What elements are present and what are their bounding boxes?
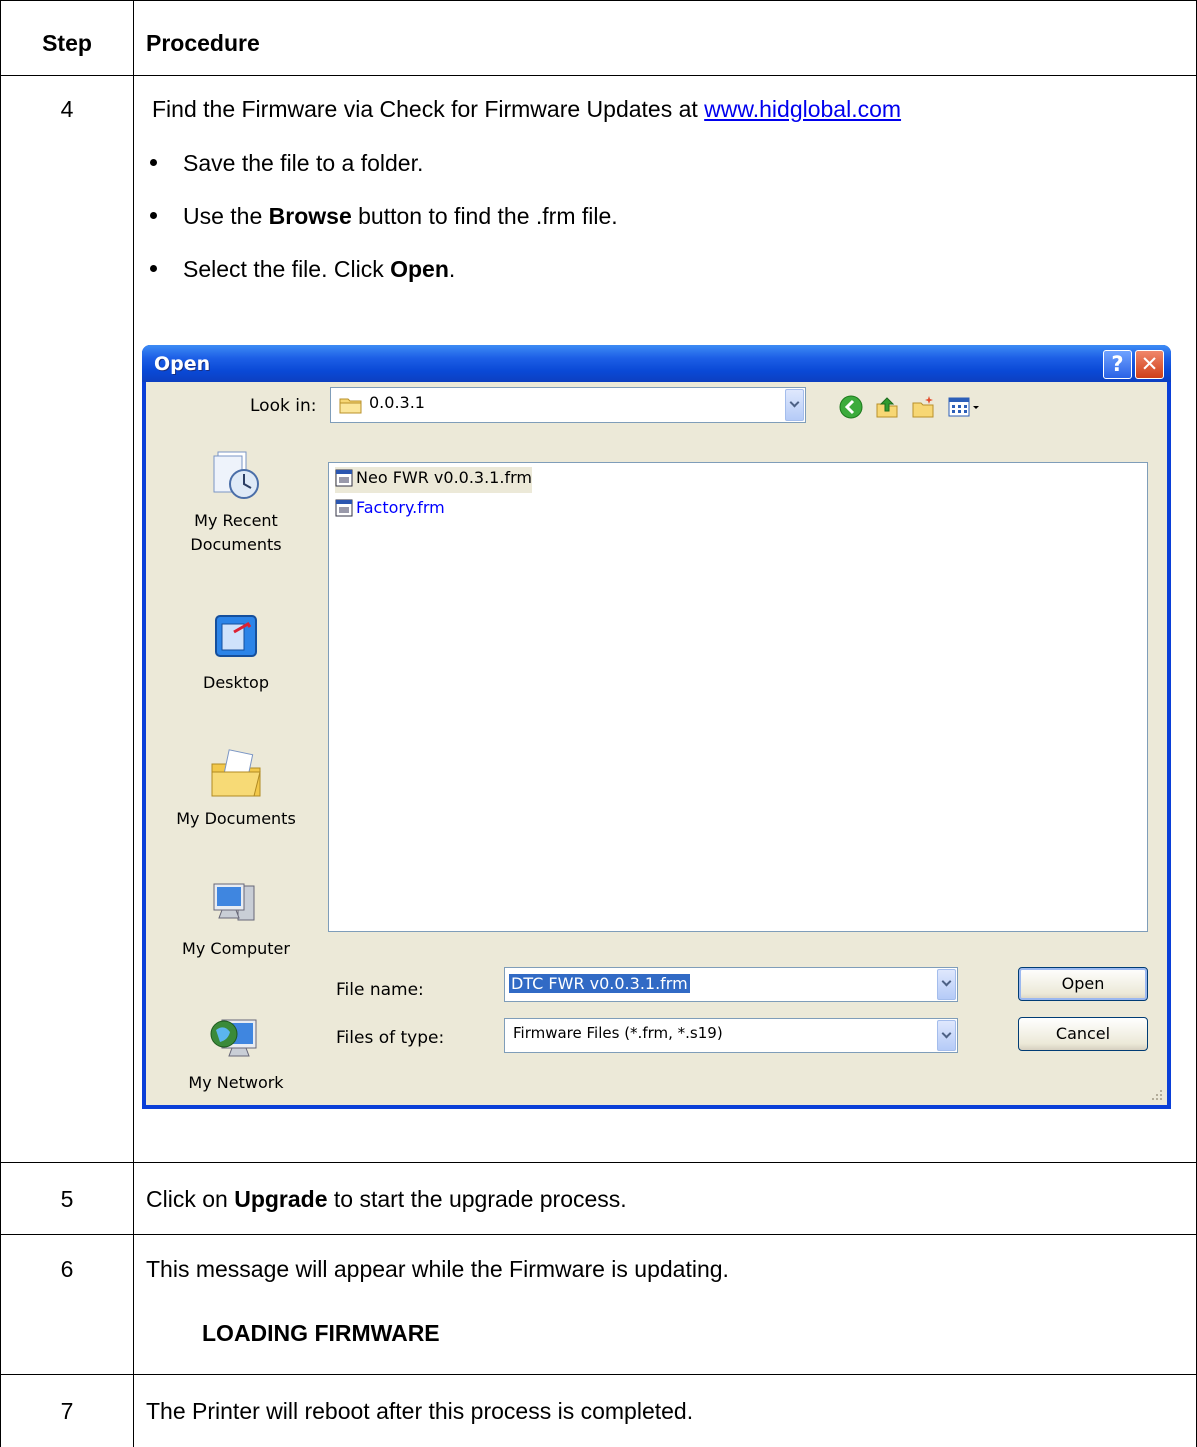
back-icon[interactable] bbox=[838, 394, 864, 420]
my-computer-icon bbox=[213, 883, 255, 921]
place-label: My Recent bbox=[194, 511, 278, 530]
list-item[interactable]: Factory.frm bbox=[335, 497, 445, 523]
column-divider bbox=[133, 0, 134, 1447]
table-border-top bbox=[0, 0, 1197, 1]
file-list[interactable]: Neo FWR v0.0.3.1.frm Factory.frm bbox=[328, 462, 1148, 932]
row5-text-pre: Click on bbox=[146, 1186, 235, 1212]
header-step: Step bbox=[42, 30, 92, 56]
recent-documents-icon bbox=[213, 451, 259, 499]
look-in-value: 0.0.3.1 bbox=[369, 393, 425, 412]
row5-text-post: to start the upgrade process. bbox=[327, 1186, 627, 1212]
open-button-label: Open bbox=[1061, 974, 1105, 993]
files-of-type-label-text: Files of type: bbox=[336, 1028, 445, 1048]
desktop-icon bbox=[215, 615, 257, 657]
files-of-type-label: Files of type: bbox=[336, 1028, 444, 1048]
new-folder-icon[interactable] bbox=[910, 394, 936, 420]
open-dialog: Open ? ✕ Look in: 0.0.3.1 My Recent Docu… bbox=[142, 345, 1171, 1109]
place-desktop[interactable]: Desktop bbox=[156, 610, 316, 695]
step-number: 6 bbox=[60, 1256, 74, 1282]
places-bar: My Recent Documents Desktop My Documents bbox=[156, 436, 316, 1101]
loading-firmware-message: LOADING FIRMWARE bbox=[202, 1320, 440, 1346]
dialog-titlebar[interactable]: Open ? ✕ bbox=[142, 345, 1171, 382]
hidglobal-link[interactable]: www.hidglobal.com bbox=[704, 96, 901, 122]
bullet-bold: Browse bbox=[268, 203, 352, 229]
row5-text: Click on Upgrade to start the upgrade pr… bbox=[146, 1186, 1186, 1213]
bullet-text: Select the file. Click bbox=[183, 256, 391, 282]
place-my-documents[interactable]: My Documents bbox=[156, 746, 316, 831]
bullet-dot bbox=[150, 265, 157, 272]
step-number: 4 bbox=[60, 96, 74, 122]
file-name: Neo FWR v0.0.3.1.frm bbox=[356, 468, 532, 487]
header-procedure: Procedure bbox=[146, 30, 260, 56]
place-my-recent-documents[interactable]: My Recent Documents bbox=[156, 448, 316, 557]
place-label: Documents bbox=[190, 535, 282, 554]
views-menu-icon[interactable] bbox=[946, 394, 986, 420]
bullet-text: Use the bbox=[183, 203, 269, 229]
cancel-button[interactable]: Cancel bbox=[1018, 1017, 1148, 1051]
step-number: 7 bbox=[60, 1398, 74, 1424]
row-divider bbox=[0, 1374, 1197, 1375]
help-button[interactable]: ? bbox=[1103, 350, 1132, 379]
table-border-left bbox=[0, 0, 1, 1447]
file-icon bbox=[335, 499, 353, 516]
file-name-value: DTC FWR v0.0.3.1.frm bbox=[509, 974, 690, 993]
up-folder-icon[interactable] bbox=[874, 394, 900, 420]
close-button[interactable]: ✕ bbox=[1135, 350, 1164, 379]
bullet-text: Save the file to a folder. bbox=[183, 150, 424, 176]
cancel-button-label: Cancel bbox=[1055, 1024, 1111, 1043]
bullet-text: . bbox=[448, 256, 456, 282]
dialog-title: Open bbox=[154, 353, 211, 375]
look-in-label: Look in: bbox=[250, 396, 316, 416]
files-of-type-dropdown[interactable]: Firmware Files (*.frm, *.s19) bbox=[504, 1018, 958, 1053]
file-name-label-text: File name: bbox=[336, 980, 424, 1000]
row4-intro: Find the Firmware via Check for Firmware… bbox=[152, 96, 1192, 123]
resize-grip-icon[interactable] bbox=[1150, 1088, 1164, 1102]
place-label: My Network bbox=[188, 1073, 284, 1092]
file-name-field[interactable]: DTC FWR v0.0.3.1.frm bbox=[504, 967, 958, 1002]
intro-text: Find the Firmware via Check for Firmware… bbox=[152, 96, 705, 122]
chevron-down-icon[interactable] bbox=[937, 969, 956, 1000]
place-label: My Documents bbox=[176, 809, 296, 828]
row-divider bbox=[0, 75, 1197, 76]
file-icon bbox=[335, 469, 353, 486]
file-name: Factory.frm bbox=[356, 498, 445, 517]
file-name-label: File name: bbox=[336, 980, 424, 1000]
my-documents-icon bbox=[211, 749, 261, 797]
bullet-text: button to find the .frm file. bbox=[351, 203, 618, 229]
row-divider bbox=[0, 1162, 1197, 1163]
bullet-bold: Open bbox=[390, 256, 449, 282]
row7-text: The Printer will reboot after this proce… bbox=[146, 1398, 694, 1424]
list-item[interactable]: Neo FWR v0.0.3.1.frm bbox=[335, 467, 532, 493]
look-in-dropdown[interactable]: 0.0.3.1 bbox=[330, 387, 806, 423]
files-of-type-value: Firmware Files (*.frm, *.s19) bbox=[513, 1024, 723, 1042]
bullet-dot bbox=[150, 159, 157, 166]
place-my-computer[interactable]: My Computer bbox=[156, 876, 316, 961]
look-in-text: Look in: bbox=[250, 396, 317, 416]
chevron-down-icon[interactable] bbox=[785, 389, 804, 421]
row-divider bbox=[0, 1234, 1197, 1235]
place-label: My Computer bbox=[182, 939, 290, 958]
folder-icon bbox=[339, 398, 362, 414]
place-my-network[interactable]: My Network bbox=[156, 1010, 316, 1095]
open-button[interactable]: Open bbox=[1018, 967, 1148, 1001]
step-number: 5 bbox=[60, 1186, 74, 1212]
chevron-down-icon[interactable] bbox=[937, 1020, 956, 1051]
my-network-icon bbox=[210, 1019, 257, 1057]
place-label: Desktop bbox=[203, 673, 269, 692]
row6-text: This message will appear while the Firmw… bbox=[146, 1256, 729, 1282]
bullet-dot bbox=[150, 212, 157, 219]
upgrade-label: Upgrade bbox=[234, 1186, 328, 1212]
dialog-body: Look in: 0.0.3.1 My Recent Documents Des… bbox=[146, 382, 1167, 1105]
